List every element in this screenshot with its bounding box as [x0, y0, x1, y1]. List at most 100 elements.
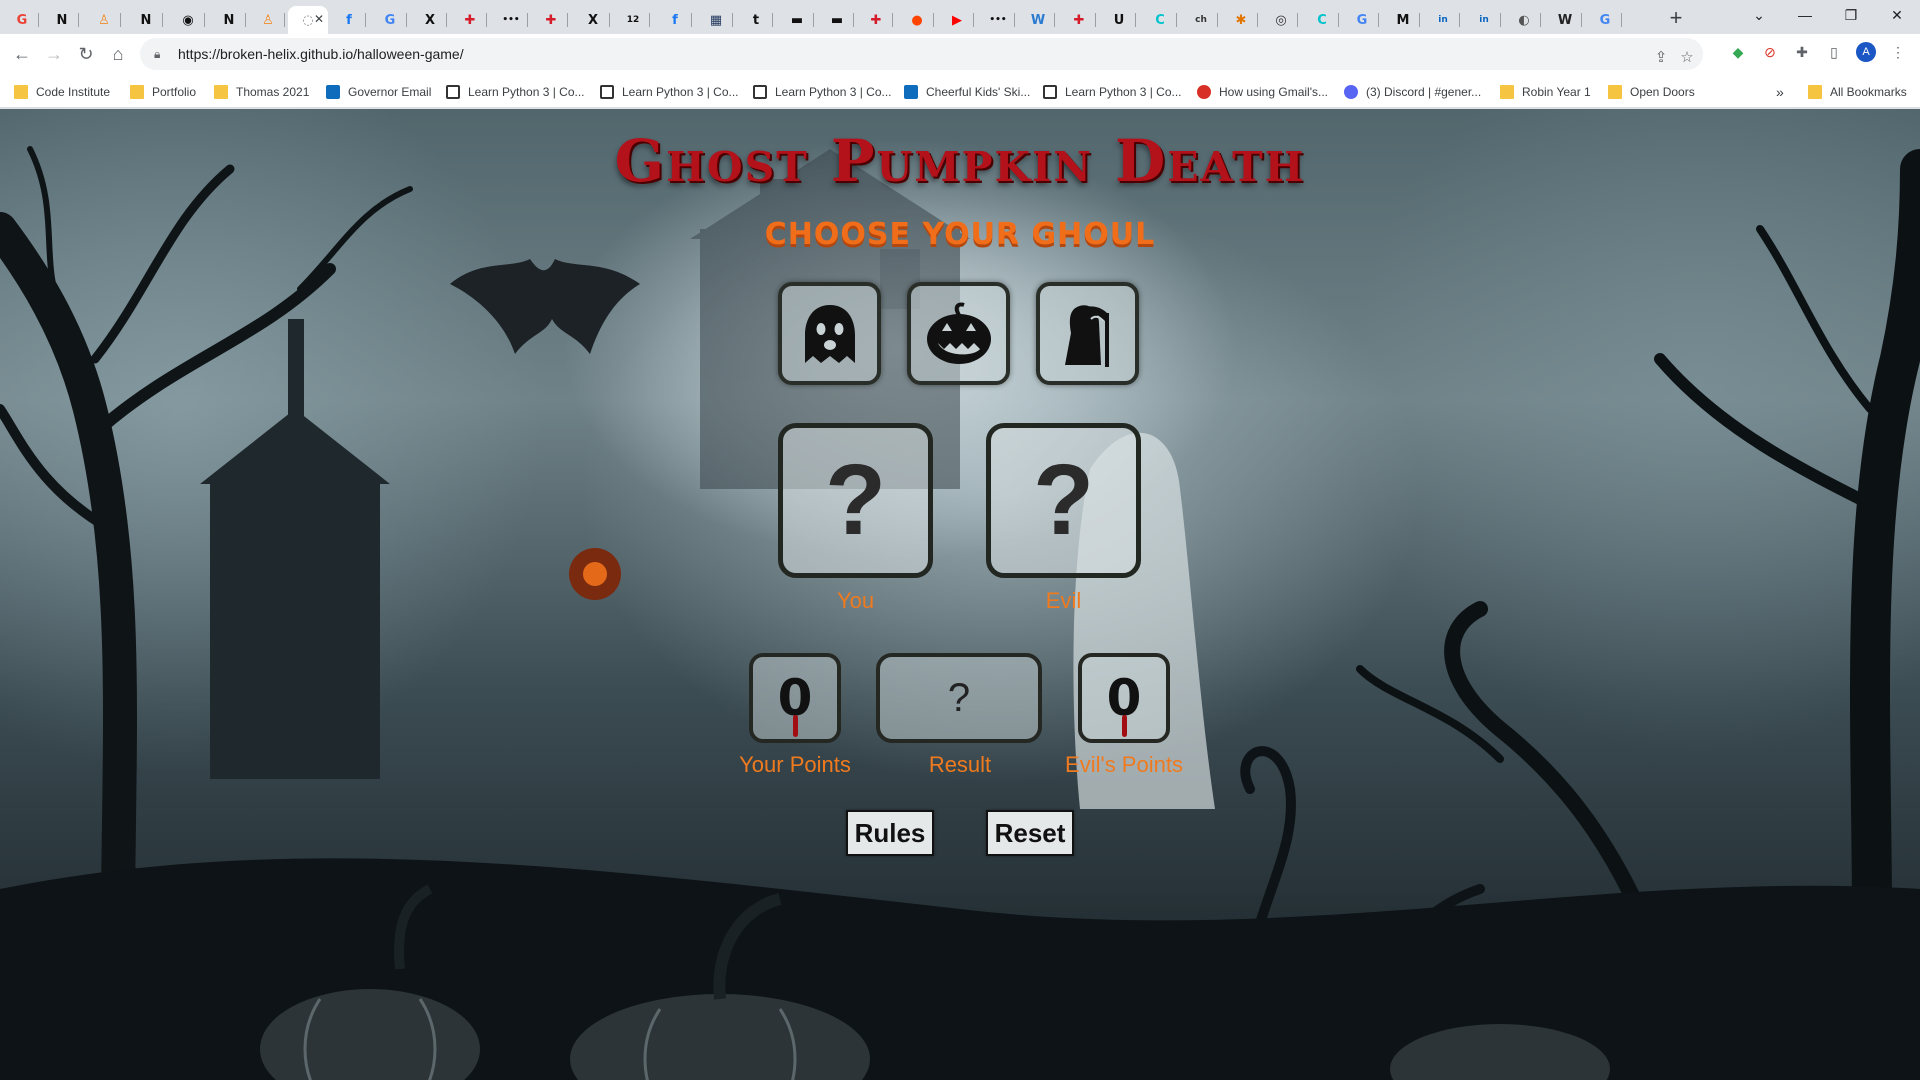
browser-tab[interactable]: f [332, 6, 366, 34]
extensions-puzzle-icon[interactable]: ✚ [1792, 42, 1812, 62]
browser-tab[interactable]: X [413, 6, 447, 34]
browser-tab[interactable]: ▬ [820, 6, 854, 34]
forward-arrow-icon[interactable]: → [40, 40, 68, 68]
browser-tab[interactable]: U [1102, 6, 1136, 34]
bookmark-label: Portfolio [152, 85, 197, 99]
minimize-icon[interactable]: — [1782, 0, 1828, 30]
browser-tab[interactable]: C [1143, 6, 1177, 34]
back-arrow-icon[interactable]: ← [8, 40, 36, 68]
bookmark-item[interactable]: Learn Python 3 | Co... [753, 82, 892, 102]
tab-close-icon[interactable]: ✕ [314, 12, 324, 26]
browser-tab[interactable]: N [129, 6, 163, 34]
bookmark-item[interactable]: Open Doors [1608, 82, 1695, 102]
browser-tab[interactable]: M [1386, 6, 1420, 34]
url-text[interactable]: https://broken-helix.github.io/halloween… [178, 46, 464, 62]
browser-tab[interactable]: ● [900, 6, 934, 34]
browser-tab[interactable]: ▶ [940, 6, 974, 34]
browser-tab[interactable]: ▬ [780, 6, 814, 34]
result-box: ? [876, 653, 1042, 743]
browser-tab[interactable]: ♙ [87, 6, 121, 34]
browser-tab[interactable]: N [45, 6, 79, 34]
bookmark-item[interactable]: Thomas 2021 [214, 82, 309, 102]
browser-tab[interactable]: ch [1184, 6, 1218, 34]
death-choice-button[interactable] [1036, 282, 1139, 385]
all-bookmarks-folder[interactable]: All Bookmarks [1808, 82, 1907, 102]
bookmark-item[interactable]: (3) Discord | #gener... [1344, 82, 1481, 102]
bookmark-item[interactable]: Governor Email [326, 82, 431, 102]
bookmark-label: Learn Python 3 | Co... [622, 85, 739, 99]
browser-tab[interactable]: G [5, 6, 39, 34]
browser-tab[interactable]: ♙ [251, 6, 285, 34]
extension-blocker-icon[interactable]: ⊘ [1760, 42, 1780, 62]
browser-tab[interactable]: ✚ [534, 6, 568, 34]
player-label: You [836, 588, 875, 613]
tab-separator [120, 13, 121, 27]
bookmark-item[interactable]: Cheerful Kids' Ski... [904, 82, 1030, 102]
new-tab-button[interactable]: + [1662, 4, 1690, 32]
bookmark-item[interactable]: Portfolio [130, 82, 196, 102]
browser-tab[interactable]: in [1467, 6, 1501, 34]
more-bookmarks-button[interactable]: » [1776, 82, 1784, 102]
dots-icon: ••• [502, 15, 520, 25]
bookmark-item[interactable]: Code Institute [14, 82, 110, 102]
notion-icon: N [56, 12, 68, 28]
browser-tab[interactable]: ◌ ✕ [288, 6, 328, 34]
reset-button[interactable]: Reset [986, 810, 1074, 856]
browser-tab[interactable]: ✚ [859, 6, 893, 34]
browser-tab[interactable]: G [373, 6, 407, 34]
ghost-icon [804, 304, 855, 363]
browser-tab[interactable]: in [1426, 6, 1460, 34]
bookmark-item[interactable]: Learn Python 3 | Co... [446, 82, 585, 102]
maximize-icon[interactable]: ❐ [1828, 0, 1874, 30]
canva-icon: C [1317, 12, 1327, 28]
browser-tab[interactable]: ✚ [1062, 6, 1096, 34]
close-window-icon[interactable]: ✕ [1874, 0, 1920, 30]
tab-separator [162, 13, 163, 27]
bookmark-label: (3) Discord | #gener... [1366, 85, 1482, 99]
share-icon[interactable]: ⇪ [1648, 44, 1674, 70]
bookmark-star-icon[interactable]: ☆ [1674, 44, 1700, 70]
browser-tab[interactable]: ✱ [1224, 6, 1258, 34]
home-icon[interactable]: ⌂ [104, 40, 132, 68]
bookmark-item[interactable]: Learn Python 3 | Co... [600, 82, 739, 102]
browser-tab[interactable]: X [576, 6, 610, 34]
ghost-choice-button[interactable] [778, 282, 881, 385]
browser-tab[interactable]: ••• [981, 6, 1015, 34]
facebook-icon: f [346, 12, 352, 28]
browser-tab[interactable]: t [739, 6, 773, 34]
extension-colorful-icon[interactable]: ◆ [1728, 42, 1748, 62]
browser-toolbar: ← → ↻ ⌂ 🔒︎ https://broken-helix.github.i… [0, 34, 1920, 75]
browser-tab[interactable]: ✚ [453, 6, 487, 34]
tab-separator [446, 13, 447, 27]
browser-tab[interactable]: ▦ [699, 6, 733, 34]
tab-search-icon[interactable]: ⌄ [1736, 0, 1782, 30]
bookmark-label: Governor Email [348, 85, 432, 99]
pumpkin-choice-button[interactable] [907, 282, 1010, 385]
browser-tab[interactable]: W [1548, 6, 1582, 34]
browser-tab[interactable]: ◉ [171, 6, 205, 34]
bookmarks-bar: Code Institute Portfolio Thomas 2021 Govern… [0, 75, 1920, 108]
reload-icon[interactable]: ↻ [72, 40, 100, 68]
browser-tab[interactable]: N [212, 6, 246, 34]
profile-avatar[interactable]: A [1856, 42, 1876, 62]
side-panel-icon[interactable]: ▯ [1824, 42, 1844, 62]
browser-tab[interactable]: ◎ [1264, 6, 1298, 34]
folder-icon [1608, 85, 1622, 99]
bookmark-label: Learn Python 3 | Co... [1065, 85, 1182, 99]
browser-tab[interactable]: C [1305, 6, 1339, 34]
browser-tab[interactable]: W [1021, 6, 1055, 34]
browser-tab[interactable]: f [658, 6, 692, 34]
browser-tab[interactable]: G [1588, 6, 1622, 34]
bookmark-item[interactable]: Learn Python 3 | Co... [1043, 82, 1182, 102]
browser-tab[interactable]: 12 [616, 6, 650, 34]
menu-kebab-icon[interactable]: ⋮ [1888, 42, 1908, 62]
browser-tab[interactable]: G [1345, 6, 1379, 34]
browser-tab[interactable]: ••• [494, 6, 528, 34]
bookmark-item[interactable]: Robin Year 1 [1500, 82, 1591, 102]
browser-tab[interactable]: ◐ [1507, 6, 1541, 34]
tab-separator [732, 13, 733, 27]
bookmark-favicon-icon [446, 85, 460, 99]
bookmark-item[interactable]: How using Gmail's... [1197, 82, 1328, 102]
rules-button[interactable]: Rules [846, 810, 934, 856]
address-bar[interactable]: 🔒︎ https://broken-helix.github.io/hallow… [140, 38, 1703, 70]
